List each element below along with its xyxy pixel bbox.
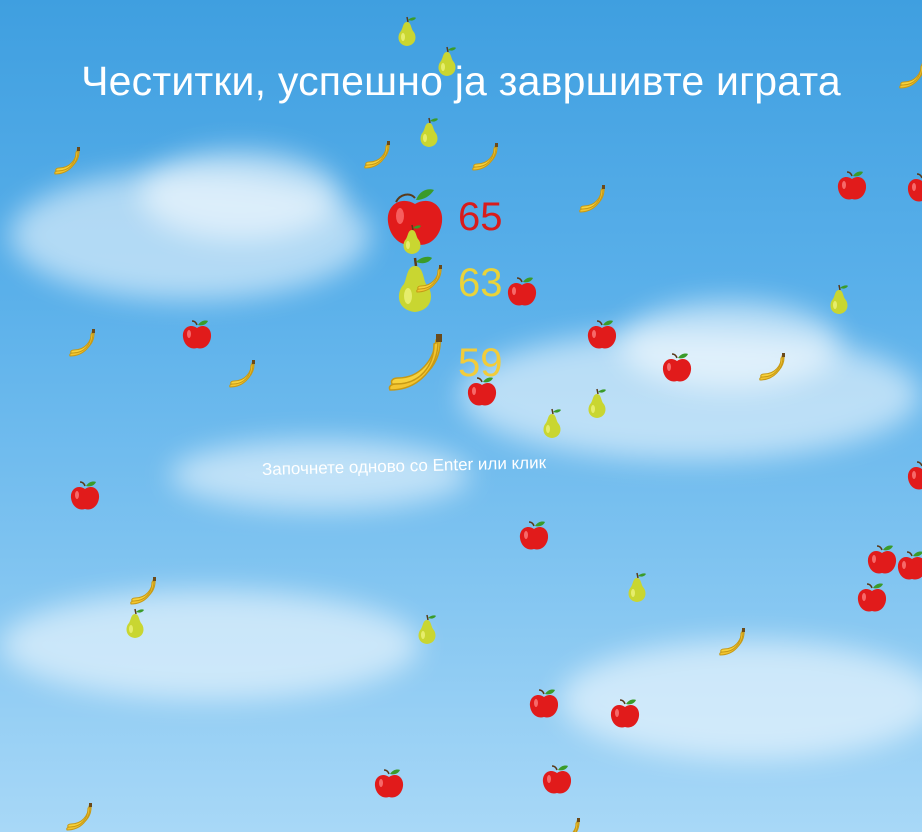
apple-icon [585, 317, 619, 351]
apple-icon [372, 766, 406, 800]
apple-icon [865, 542, 899, 576]
pear-icon [580, 386, 614, 420]
apple-icon [905, 170, 922, 204]
banana-icon [126, 574, 160, 608]
pear-icon [412, 115, 446, 149]
apple-icon [835, 168, 869, 202]
banana-icon [360, 138, 394, 172]
pear-icon [390, 14, 424, 48]
pear-icon [430, 44, 464, 78]
pear-score: 63 [458, 261, 503, 305]
apple-icon [180, 317, 214, 351]
banana-icon [715, 625, 749, 659]
apple-icon [905, 458, 922, 492]
pear-icon [118, 606, 152, 640]
banana-icon [50, 144, 84, 178]
cloud [620, 300, 840, 390]
apple-icon [540, 762, 574, 796]
pear-icon [395, 222, 429, 256]
banana-icon [755, 350, 789, 384]
apple-icon [855, 580, 889, 614]
apple-icon [465, 374, 499, 408]
pear-icon [535, 406, 569, 440]
cloud [140, 150, 340, 240]
apple-icon [505, 274, 539, 308]
apple-icon [660, 350, 694, 384]
game-stage[interactable]: Честитки, успешно ја завршивте играта 65… [0, 0, 922, 832]
banana-icon [895, 58, 922, 92]
banana-icon [62, 800, 96, 832]
pear-icon [410, 612, 444, 646]
pear-icon [822, 282, 856, 316]
apple-icon [68, 478, 102, 512]
banana-icon [575, 182, 609, 216]
banana-icon [412, 262, 446, 296]
banana-icon [225, 357, 259, 391]
banana-icon [550, 815, 584, 832]
banana-icon [388, 334, 442, 391]
pear-icon [620, 570, 654, 604]
banana-icon [65, 326, 99, 360]
apple-icon [517, 518, 551, 552]
apple-score: 65 [458, 195, 503, 239]
cloud [0, 590, 420, 700]
banana-icon [468, 140, 502, 174]
apple-icon [895, 548, 922, 582]
apple-icon [608, 696, 642, 730]
apple-icon [527, 686, 561, 720]
